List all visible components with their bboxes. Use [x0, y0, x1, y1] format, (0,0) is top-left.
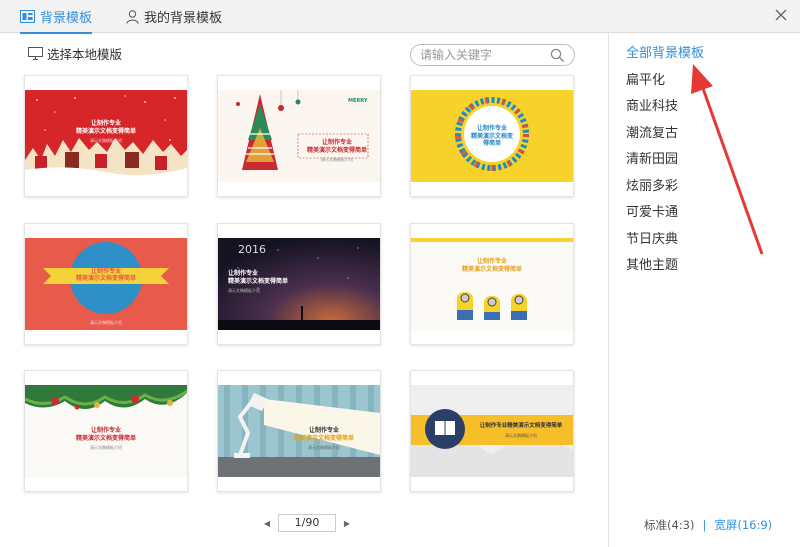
template-card[interactable]: 让制作专业 精美演示文档变得简单 演示文稿模板介绍 — [24, 370, 188, 492]
template-thumbnail: 让制作专业 精美演示文档变得简单 — [411, 238, 573, 330]
template-title: 精美演示文档变得简单 — [75, 128, 136, 135]
search-icon[interactable] — [550, 48, 565, 63]
template-title: 精美演示文档变得简单 — [75, 435, 136, 442]
template-title: 精美演示文档变得简单 — [306, 147, 367, 154]
search-box — [410, 44, 575, 66]
template-title: 让制作专业 — [90, 120, 121, 127]
template-subtitle: 演示文稿模板介绍 — [228, 288, 260, 293]
local-template-label: 选择本地模版 — [47, 47, 123, 62]
template-title: 让制作专业 — [476, 258, 507, 265]
template-title: 让制作专业 — [308, 427, 339, 434]
template-badge: 2016 — [238, 243, 266, 256]
template-title: 精美演示文档变得简单 — [471, 133, 514, 147]
user-icon — [126, 9, 139, 24]
ratio-standard-option[interactable]: 标准(4:3) — [644, 517, 694, 533]
template-card[interactable]: MERRY 让制作专业 精美演示文档变得简单 演示文稿模板介绍 — [217, 75, 381, 197]
template-title: 精美演示文档变得简单 — [293, 435, 354, 442]
tab-label: 背景模板 — [40, 11, 93, 26]
template-card[interactable]: 让制作专业 精美演示文档变得简单 — [410, 223, 574, 345]
divider — [608, 33, 609, 547]
template-badge: MERRY — [348, 98, 368, 104]
template-card[interactable]: 让制作专业 精美演示文档变得简单 演示文稿模板介绍 — [24, 75, 188, 197]
template-card[interactable]: 让制作专业 精美演示文档变得简单 演示文稿模板介绍 — [24, 223, 188, 345]
template-thumbnail: 让制作专业 精美演示文档变得简单 演示文稿模板介绍 — [218, 385, 380, 477]
monitor-icon — [28, 47, 43, 60]
tab-bar: 背景模板 我的背景模板 — [0, 0, 800, 34]
ratio-separator: | — [702, 518, 707, 532]
template-subtitle: 演示文稿模板介绍 — [90, 138, 122, 143]
next-page-button[interactable]: ▶ — [342, 514, 352, 532]
template-thumbnail: 让制作专业 精美演示文档变得简单 演示文稿模板介绍 — [25, 238, 187, 330]
template-icon — [20, 10, 35, 23]
template-thumbnail: 让制作专业精美演示文档变得简单 演示文稿模板介绍 — [411, 385, 573, 477]
template-title: 精美演示文档变得简单 — [75, 275, 136, 282]
previous-page-button[interactable]: ◀ — [262, 514, 272, 532]
template-card[interactable]: 让制作专业 精美演示文档变得简单 — [410, 75, 574, 197]
tab-label: 我的背景模板 — [144, 11, 223, 26]
template-thumbnail: 让制作专业 精美演示文档变得简单 演示文稿模板介绍 — [25, 90, 187, 182]
template-title: 让制作专业 — [90, 427, 121, 434]
tab-my-templates[interactable]: 我的背景模板 — [126, 0, 222, 33]
ratio-wide-option[interactable]: 宽屏(16:9) — [714, 517, 772, 533]
select-local-template-button[interactable]: 选择本地模版 — [28, 44, 122, 63]
template-title: 让制作专业 — [90, 268, 121, 275]
template-title: 精美演示文档变得简单 — [461, 266, 522, 273]
template-card[interactable]: 2016 让制作专业 精美演示文档变得简单 演示文稿模板介绍 — [217, 223, 381, 345]
template-subtitle: 演示文稿模板介绍 — [90, 445, 122, 450]
template-title: 让制作专业 — [476, 125, 507, 132]
template-subtitle: 演示文稿模板介绍 — [308, 445, 340, 450]
template-subtitle: 演示文稿模板介绍 — [321, 157, 353, 162]
aspect-ratio-options: 标准(4:3) | 宽屏(16:9) — [644, 517, 772, 533]
search-input[interactable] — [420, 47, 550, 63]
template-subtitle: 演示文稿模板介绍 — [90, 320, 122, 325]
template-title: 让制作专业 — [228, 270, 259, 277]
close-icon[interactable] — [772, 6, 790, 24]
page-number-field[interactable]: 1/90 — [278, 514, 336, 532]
pager: ◀ 1/90 ▶ — [262, 514, 352, 532]
template-thumbnail: 让制作专业 精美演示文档变得简单 — [411, 90, 573, 182]
tab-background-templates[interactable]: 背景模板 — [20, 0, 93, 34]
annotation-arrow-icon — [691, 64, 764, 255]
template-thumbnail: MERRY 让制作专业 精美演示文档变得简单 演示文稿模板介绍 — [218, 90, 380, 182]
template-subtitle: 演示文稿模板介绍 — [505, 433, 537, 438]
template-title: 让制作专业 — [321, 139, 352, 146]
template-thumbnail: 让制作专业 精美演示文档变得简单 演示文稿模板介绍 — [25, 385, 187, 477]
template-title: 让制作专业精美演示文档变得简单 — [479, 423, 563, 429]
template-thumbnail: 2016 让制作专业 精美演示文档变得简单 演示文稿模板介绍 — [218, 238, 380, 330]
template-title: 精美演示文档变得简单 — [228, 278, 289, 285]
template-card[interactable]: 让制作专业 精美演示文档变得简单 演示文稿模板介绍 — [217, 370, 381, 492]
template-card[interactable]: 让制作专业精美演示文档变得简单 演示文稿模板介绍 — [410, 370, 574, 492]
